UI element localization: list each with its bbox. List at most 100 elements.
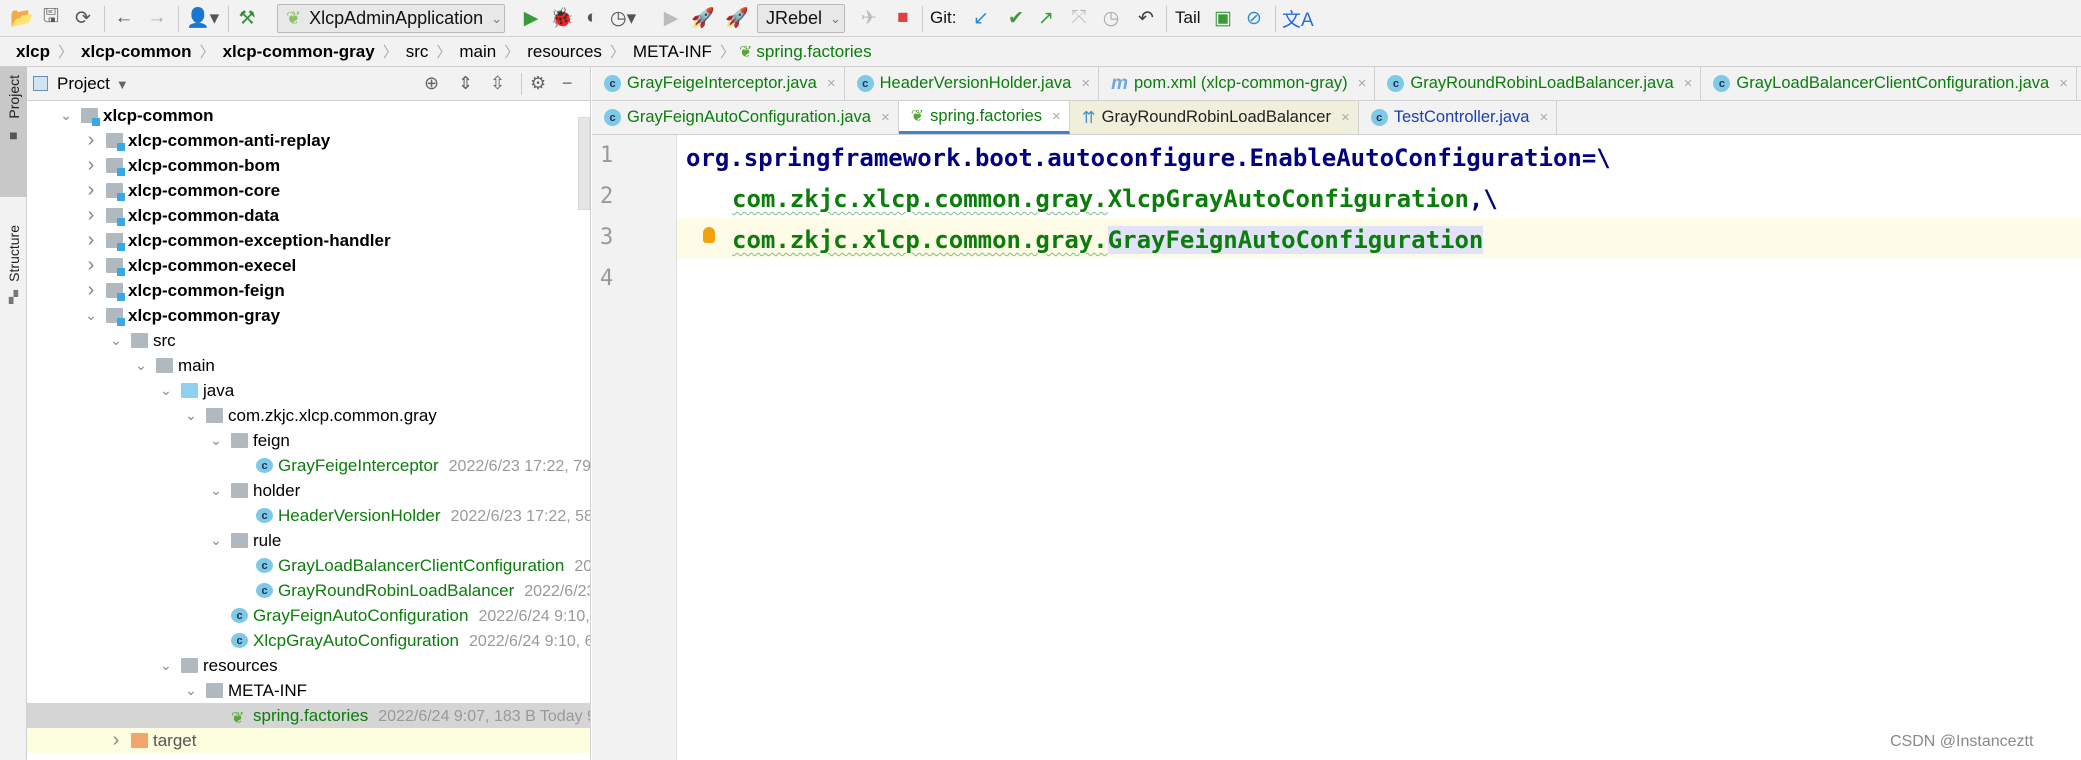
tree-item[interactable]: c GrayFeignAutoConfiguration 2022/6/24 9:1… [27,603,590,628]
breadcrumb-item[interactable]: xlcp-common 〉 [77,41,219,62]
chevron-right-icon[interactable]: › [84,254,98,277]
collapse-all-icon[interactable]: ⇳ [490,73,505,94]
git-rollback-icon[interactable]: ↶ [1135,6,1157,30]
open-folder-icon[interactable]: 📂 [10,6,34,30]
tree-item[interactable]: ⌄ feign [27,428,590,453]
jrebel-select[interactable]: JRebel ⌄ [757,4,845,33]
chevron-down-icon[interactable]: ⌄ [59,107,73,124]
tree-item[interactable]: ⌄ xlcp-common-gray [27,303,590,328]
tree-item[interactable]: c GrayRoundRobinLoadBalancer 2022/6/23 16 [27,578,590,603]
tree-item[interactable]: › target [27,728,590,753]
tree-item[interactable]: ⌄ xlcp-common [27,103,590,128]
chevron-down-icon[interactable]: ⌄ [209,532,223,549]
tree-item[interactable]: ⌄ src [27,328,590,353]
tree-item[interactable]: ⌄ META-INF [27,678,590,703]
save-icon[interactable]: 🖫 [40,6,62,30]
tree-item[interactable]: › xlcp-common-feign [27,278,590,303]
run-icon[interactable]: ▶ [520,6,542,30]
editor-tab[interactable]: m pom.xml (xlcp-common-gray) × [1099,67,1376,100]
chevron-down-icon[interactable]: ⌄ [184,407,198,424]
profile-icon[interactable]: ◷▾ [610,6,636,30]
forward-icon[interactable]: → [146,6,168,30]
code-editor[interactable]: 1 2 3 4 org.springframework.boot.autocon… [592,135,2081,760]
breadcrumb-item[interactable]: xlcp 〉 [12,41,77,62]
tree-item[interactable]: ⌄ com.zkjc.xlcp.common.gray [27,403,590,428]
breadcrumb-item[interactable]: main 〉 [455,41,523,62]
close-icon[interactable]: × [1341,109,1350,126]
chevron-down-icon[interactable]: ⌄ [184,682,198,699]
chevron-down-icon[interactable]: ⌄ [84,307,98,324]
no-entry-icon[interactable]: ⊘ [1243,6,1265,30]
build-hammer-icon[interactable]: ⚒ [236,6,258,30]
breadcrumb-item[interactable]: resources 〉 [523,41,629,62]
close-icon[interactable]: × [1539,109,1548,126]
close-icon[interactable]: × [2059,75,2068,92]
chevron-down-icon[interactable]: ⌄ [134,357,148,374]
tree-item[interactable]: c GrayLoadBalancerClientConfiguration 2022 [27,553,590,578]
tree-item[interactable]: c GrayFeigeInterceptor 2022/6/23 17:22, 79… [27,453,590,478]
close-icon[interactable]: × [1052,108,1061,125]
tree-item[interactable]: ❦ spring.factories 2022/6/24 9:07, 183 B T… [27,703,590,728]
project-tool-tab[interactable]: Project ■ [0,67,27,197]
tree-item[interactable]: c XlcpGrayAutoConfiguration 2022/6/24 9:10… [27,628,590,653]
sync-icon[interactable]: ⟳ [72,6,94,30]
coverage-icon[interactable]: ◐ [581,6,603,30]
chevron-down-icon[interactable]: ⌄ [159,382,173,399]
editor-tab[interactable]: c HeaderVersionHolder.java × [845,67,1100,100]
chevron-down-icon[interactable]: ⌄ [159,657,173,674]
scrollbar[interactable] [578,117,590,210]
editor-tab[interactable]: c TestController.java × [1359,101,1558,134]
tree-item[interactable]: › xlcp-common-execel [27,253,590,278]
git-update-icon[interactable]: ↙ [970,6,992,30]
locate-icon[interactable]: ⊕ [424,73,439,94]
editor-tab[interactable]: ❦ spring.factories × [898,101,1070,134]
close-icon[interactable]: × [1358,75,1367,92]
expand-all-icon[interactable]: ⇕ [458,73,473,94]
jrebel-debug-icon[interactable]: 🚀 [725,6,749,30]
chevron-right-icon[interactable]: › [84,129,98,152]
tree-item[interactable]: › xlcp-common-anti-replay [27,128,590,153]
tree-item[interactable]: ⌄ holder [27,478,590,503]
git-history-icon[interactable]: ◷ [1100,6,1122,30]
editor-tab[interactable]: ⇈ GrayRoundRobinLoadBalancer × [1069,101,1359,134]
chevron-right-icon[interactable]: › [84,179,98,202]
minimize-icon[interactable]: − [562,73,573,94]
editor-tab[interactable]: c GrayFeigeInterceptor.java × [592,67,845,100]
breadcrumb-item[interactable]: META-INF 〉 [629,41,739,62]
close-icon[interactable]: × [827,75,836,92]
attach-icon[interactable]: ✈ [858,6,880,30]
back-icon[interactable]: ← [113,6,135,30]
gear-icon[interactable]: ⚙ [530,73,546,94]
editor-tab[interactable]: c GrayLoadBalancerClientConfiguration.jav… [1701,67,2077,100]
tree-item[interactable]: › xlcp-common-exception-handler [27,228,590,253]
user-icon[interactable]: 👤▾ [186,6,219,30]
debug-icon[interactable]: 🐞 [550,6,574,30]
tree-item[interactable]: ⌄ main [27,353,590,378]
lightbulb-icon[interactable] [703,227,715,243]
chevron-right-icon[interactable]: › [84,154,98,177]
jrebel-run-icon[interactable]: 🚀 [691,6,715,30]
editor-tab[interactable]: c [2077,67,2081,100]
run-config-select[interactable]: ❦ XlcpAdminApplication ⌄ [277,4,505,33]
translate-icon[interactable]: 文A [1282,6,1314,31]
tree-item[interactable]: c HeaderVersionHolder 2022/6/23 17:22, 587… [27,503,590,528]
tail-icon[interactable]: ▣ [1212,6,1234,30]
git-commit-icon[interactable]: ✔ [1005,6,1027,30]
chevron-right-icon[interactable]: › [84,204,98,227]
close-icon[interactable]: × [881,109,890,126]
editor-tab[interactable]: c GrayRoundRobinLoadBalancer.java × [1375,67,1702,100]
chevron-right-icon[interactable]: › [109,729,123,752]
tree-item[interactable]: ⌄ rule [27,528,590,553]
chevron-down-icon[interactable]: ⌄ [109,332,123,349]
play-icon[interactable]: ▶ [660,6,682,30]
breadcrumb-item[interactable]: xlcp-common-gray 〉 [219,41,402,62]
close-icon[interactable]: × [1684,75,1693,92]
structure-tool-tab[interactable]: Structure ▞ [0,217,27,327]
chevron-down-icon[interactable]: ⌄ [209,482,223,499]
chevron-down-icon[interactable]: ⌄ [209,432,223,449]
chevron-right-icon[interactable]: › [84,279,98,302]
tree-item[interactable]: › xlcp-common-data [27,203,590,228]
breadcrumb-item[interactable]: src 〉 [402,41,456,62]
git-merge-icon[interactable]: ⤧ [1068,6,1090,30]
tree-item[interactable]: › xlcp-common-core [27,178,590,203]
